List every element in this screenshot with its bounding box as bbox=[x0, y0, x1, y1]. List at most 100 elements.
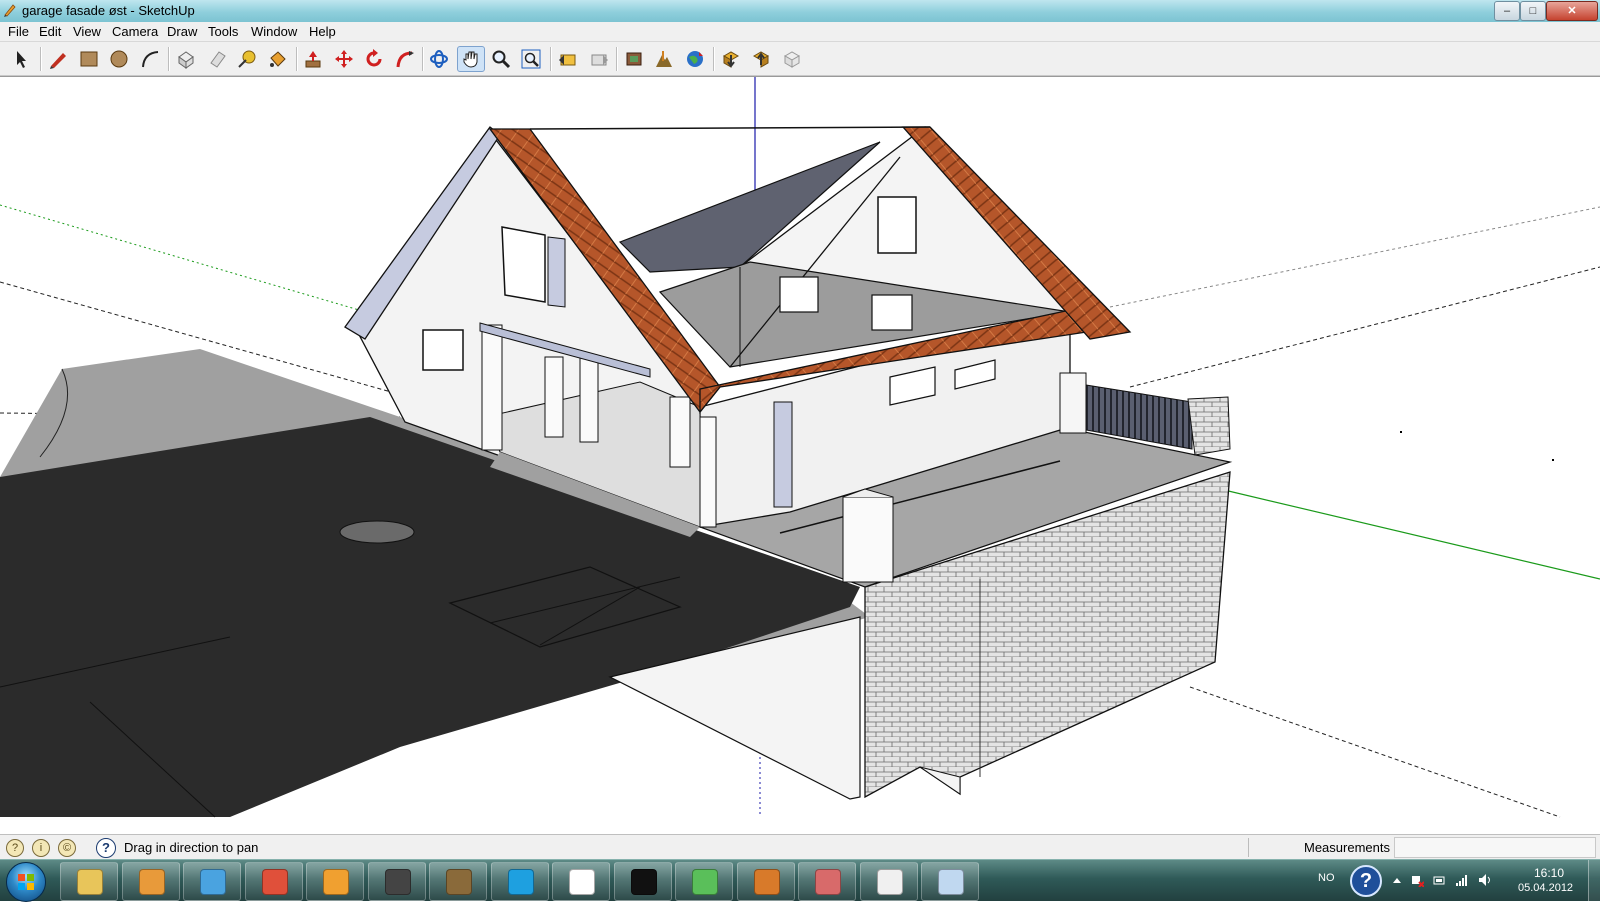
minimize-button[interactable]: – bbox=[1494, 1, 1520, 21]
menu-edit[interactable]: Edit bbox=[39, 24, 61, 39]
user-icon[interactable]: © bbox=[58, 839, 76, 857]
taskbar-inkscape[interactable] bbox=[367, 862, 426, 901]
taskbar-sketchup[interactable] bbox=[859, 862, 918, 901]
pan-tool-button[interactable] bbox=[457, 46, 485, 72]
folder-icon bbox=[77, 869, 103, 895]
wifi-icon bbox=[200, 869, 226, 895]
zoom-tool-button[interactable] bbox=[488, 47, 514, 71]
w-icon bbox=[569, 869, 595, 895]
help-tray-icon[interactable]: ? bbox=[1350, 865, 1382, 897]
previous-view-tool-button[interactable] bbox=[555, 47, 581, 71]
rotate-tool-button[interactable] bbox=[361, 47, 387, 71]
column-2 bbox=[544, 356, 564, 438]
previous-view-icon bbox=[559, 54, 576, 66]
arc-tool-button[interactable] bbox=[137, 47, 163, 71]
status-bar: ? i © ? Drag in direction to pan Measure… bbox=[0, 834, 1600, 860]
magnifier-icon bbox=[492, 50, 511, 69]
column-1 bbox=[481, 324, 503, 451]
make-component-tool-button[interactable] bbox=[173, 47, 199, 71]
share-component-tool-button[interactable] bbox=[779, 47, 805, 71]
instructor-help-icon[interactable]: ? bbox=[96, 838, 116, 858]
georeference-icon[interactable]: ? bbox=[6, 839, 24, 857]
toolbar bbox=[0, 42, 1600, 76]
outlook-icon bbox=[323, 869, 349, 895]
select-tool-button[interactable] bbox=[8, 47, 34, 71]
paint-bucket-tool-button[interactable] bbox=[264, 47, 290, 71]
share-model-tool-button[interactable] bbox=[748, 47, 774, 71]
layout-icon bbox=[815, 869, 841, 895]
action-center-icon[interactable] bbox=[1410, 873, 1424, 887]
house-model-scene bbox=[0, 77, 1600, 818]
sketchup-icon bbox=[876, 869, 903, 895]
taskbar-sketchup-layout[interactable] bbox=[798, 862, 856, 901]
toggle-terrain-tool-button[interactable] bbox=[651, 47, 677, 71]
model-viewport[interactable] bbox=[0, 76, 1600, 835]
show-desktop-button[interactable] bbox=[1588, 860, 1600, 901]
pencil-tool-button[interactable] bbox=[45, 47, 71, 71]
menu-file[interactable]: File bbox=[8, 24, 29, 39]
sketchup-app-icon bbox=[4, 4, 16, 17]
paint-bucket-icon bbox=[270, 51, 286, 67]
measurements-input[interactable] bbox=[1394, 837, 1596, 858]
move-tool-button[interactable] bbox=[331, 47, 357, 71]
show-hidden-icons-icon[interactable] bbox=[1390, 873, 1404, 887]
credits-icon[interactable]: i bbox=[32, 839, 50, 857]
move-icon bbox=[335, 50, 353, 68]
get-models-tool-button[interactable] bbox=[718, 47, 744, 71]
close-button[interactable]: ✕ bbox=[1546, 1, 1598, 21]
taskbar-wunderlist[interactable] bbox=[552, 862, 610, 901]
push-pull-tool-button[interactable] bbox=[300, 47, 326, 71]
menu-help[interactable]: Help bbox=[309, 24, 336, 39]
green-axis-dotted bbox=[0, 204, 401, 323]
arc-icon bbox=[142, 51, 159, 68]
menu-tools[interactable]: Tools bbox=[208, 24, 238, 39]
media-player-icon bbox=[138, 869, 165, 895]
next-view-tool-button[interactable] bbox=[586, 47, 612, 71]
taskbar-explorer[interactable] bbox=[60, 862, 118, 901]
column-3 bbox=[579, 356, 599, 443]
taskbar-network[interactable] bbox=[183, 862, 241, 901]
taskbar-gimp[interactable] bbox=[429, 862, 487, 901]
menu-window[interactable]: Window bbox=[251, 24, 297, 39]
follow-me-tool-button[interactable] bbox=[392, 47, 418, 71]
share-model-icon bbox=[752, 51, 770, 68]
taskbar-media-player[interactable] bbox=[121, 862, 180, 901]
taskbar-paint[interactable] bbox=[921, 862, 979, 901]
palette-icon bbox=[938, 869, 964, 895]
zoom-extents-tool-button[interactable] bbox=[518, 47, 544, 71]
clock-time[interactable]: 16:10 bbox=[1534, 866, 1564, 880]
pencil-icon bbox=[50, 53, 66, 69]
tape-measure-tool-button[interactable] bbox=[234, 47, 260, 71]
taskbar-chrome[interactable] bbox=[244, 862, 303, 901]
menu-camera[interactable]: Camera bbox=[112, 24, 158, 39]
taskbar-messenger[interactable] bbox=[675, 862, 733, 901]
maximize-button[interactable]: □ bbox=[1520, 1, 1546, 21]
network-signal-icon[interactable] bbox=[1455, 873, 1469, 887]
follow-me-icon bbox=[396, 51, 414, 68]
start-button[interactable] bbox=[6, 862, 46, 902]
menu-draw[interactable]: Draw bbox=[167, 24, 197, 39]
circle-icon bbox=[110, 50, 128, 68]
volume-icon[interactable] bbox=[1478, 873, 1492, 887]
power-icon[interactable] bbox=[1432, 873, 1446, 887]
menu-view[interactable]: View bbox=[73, 24, 101, 39]
measurements-label: Measurements bbox=[1304, 840, 1390, 855]
circle-tool-button[interactable] bbox=[106, 47, 132, 71]
arrow-pointer-icon bbox=[17, 51, 26, 68]
taskbar-photo-viewer[interactable] bbox=[736, 862, 795, 901]
gate-post bbox=[842, 496, 894, 583]
taskbar-skype[interactable] bbox=[490, 862, 549, 901]
taskbar-app-circle[interactable] bbox=[613, 862, 672, 901]
eraser-tool-button[interactable] bbox=[204, 47, 230, 71]
window-title: garage fasade øst - SketchUp bbox=[22, 3, 195, 18]
rectangle-tool-button[interactable] bbox=[76, 47, 102, 71]
taskbar-outlook[interactable] bbox=[306, 862, 364, 901]
add-location-tool-button[interactable] bbox=[621, 47, 647, 71]
clock-date[interactable]: 05.04.2012 bbox=[1518, 882, 1573, 894]
ring-icon bbox=[630, 869, 657, 895]
google-earth-tool-button[interactable] bbox=[682, 47, 708, 71]
orbit-tool-button[interactable] bbox=[426, 47, 452, 71]
language-indicator[interactable]: NO bbox=[1318, 872, 1335, 884]
windows-logo-icon bbox=[18, 874, 34, 890]
column-5 bbox=[699, 416, 717, 528]
